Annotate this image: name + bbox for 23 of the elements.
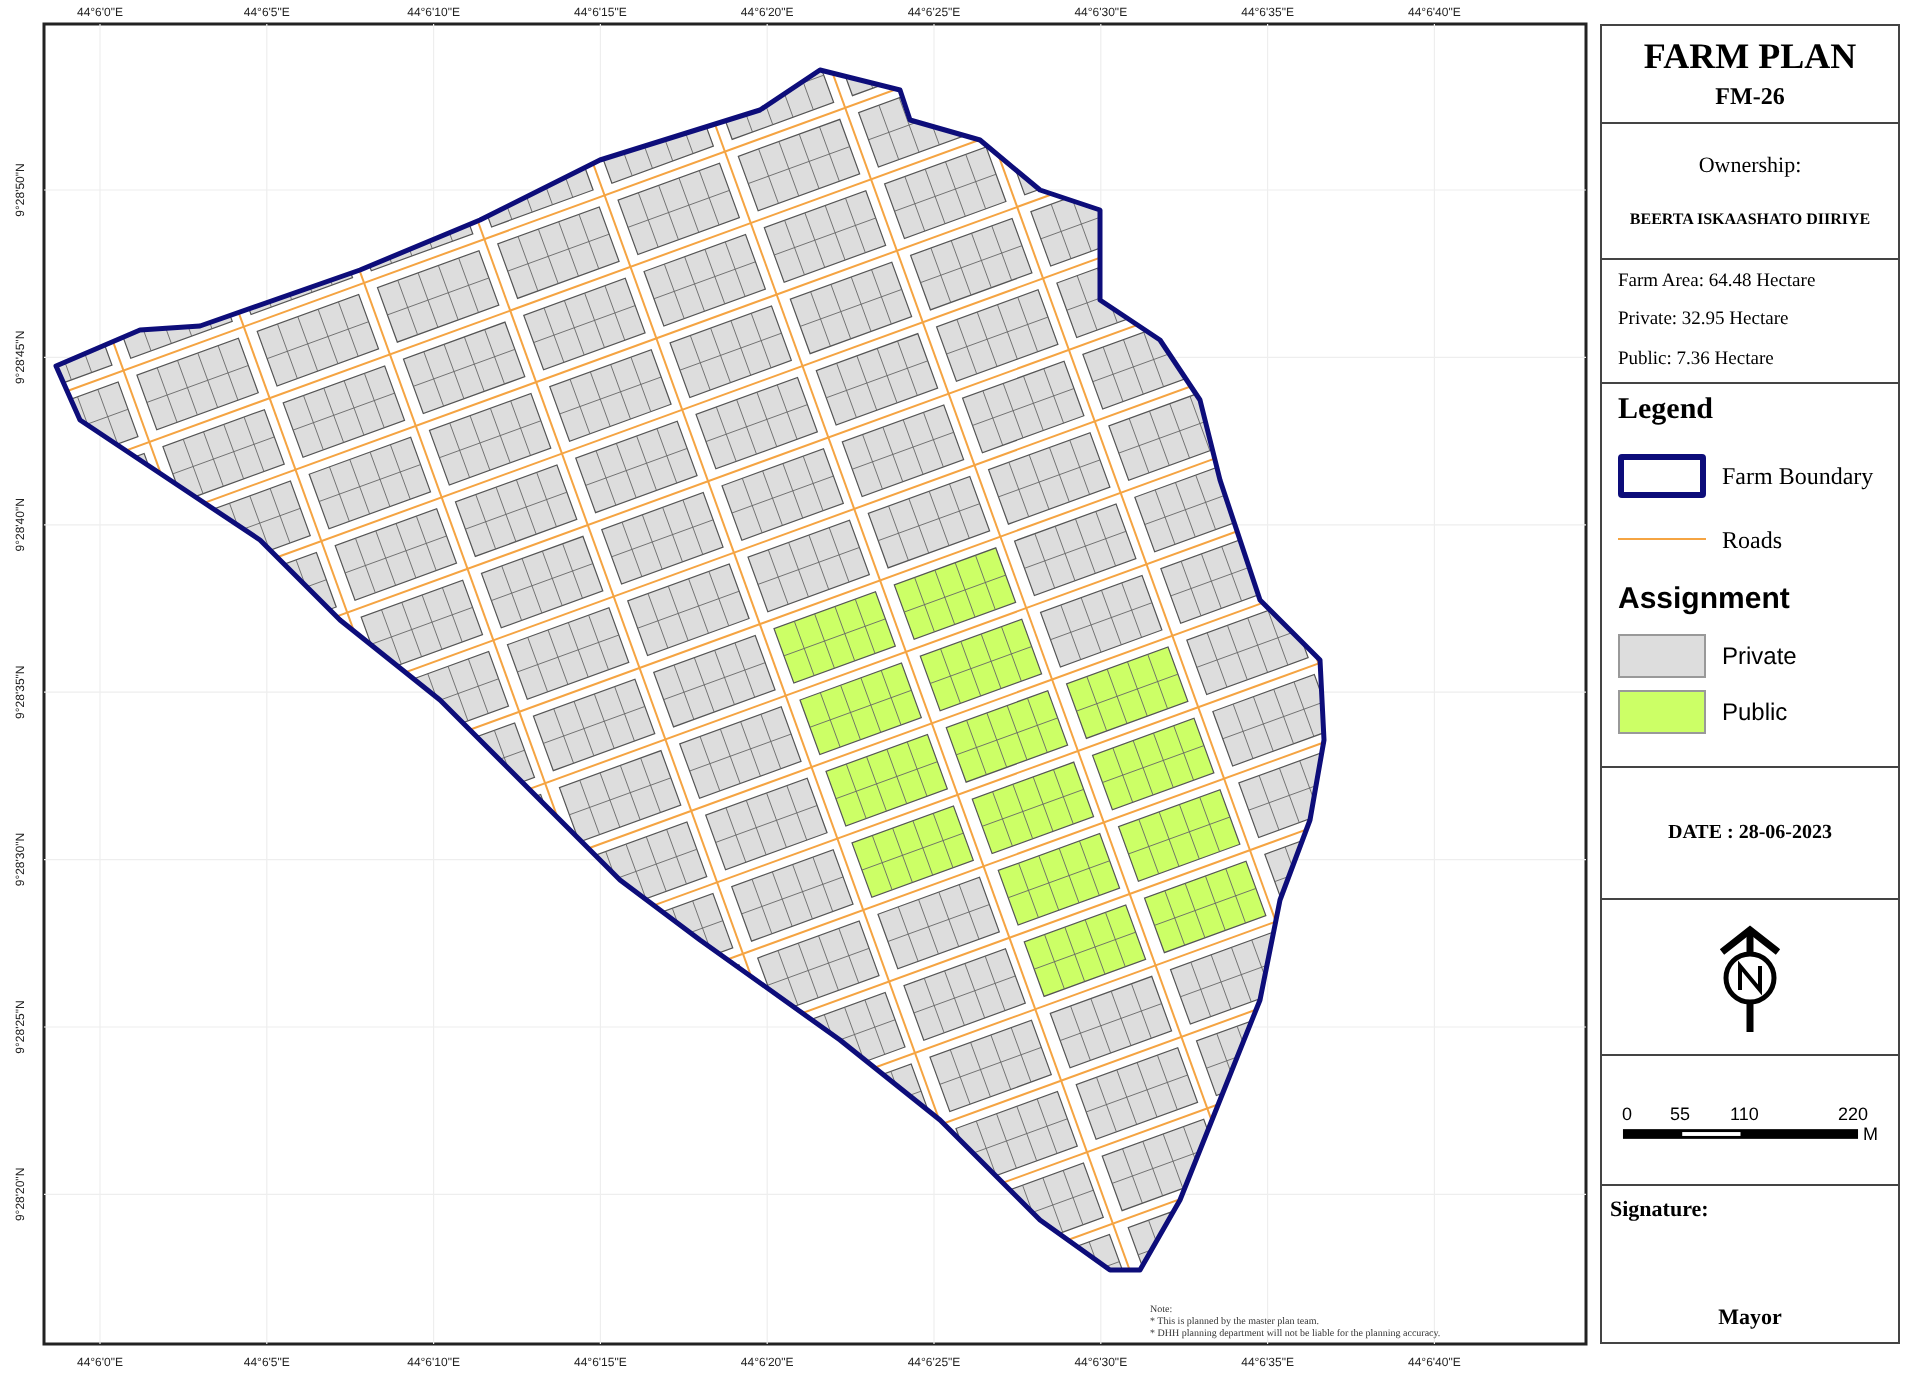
date-text: DATE : 28-06-2023 [1667,820,1833,848]
area-text: Farm Area: 64.48 Hectare [1618,270,1818,296]
signature-label: Signature: [1610,1196,1711,1226]
owner-name: BEERTA ISKAASHATO DIIRIYE [1629,207,1871,232]
assignment-label: Private [1722,640,1797,674]
legend-label: Roads [1722,523,1782,557]
ownership-label: Ownership: [1698,152,1802,183]
scale-tick-label: 220 [1838,1101,1869,1127]
north-arrow-icon [1716,923,1784,1031]
area-text: Public: 7.36 Hectare [1618,347,1776,374]
scale-tick-label: 55 [1670,1101,1691,1127]
scale-unit: M [1863,1125,1878,1143]
signer-title: Mayor [1718,1303,1782,1333]
plan-title: FARM PLAN [1643,33,1857,79]
scale-tick-label: 0 [1622,1101,1633,1127]
scale-bar-icon [1622,1127,1859,1139]
area-text: Private: 32.95 Hectare [1618,308,1791,335]
assignment-title: Assignment [1618,579,1792,619]
legend-label: Farm Boundary [1722,459,1874,493]
legend-title: Legend [1618,392,1716,430]
scale-tick-label: 110 [1730,1101,1759,1127]
plan-code: FM-26 [1715,80,1785,115]
assignment-label: Public [1722,696,1788,730]
